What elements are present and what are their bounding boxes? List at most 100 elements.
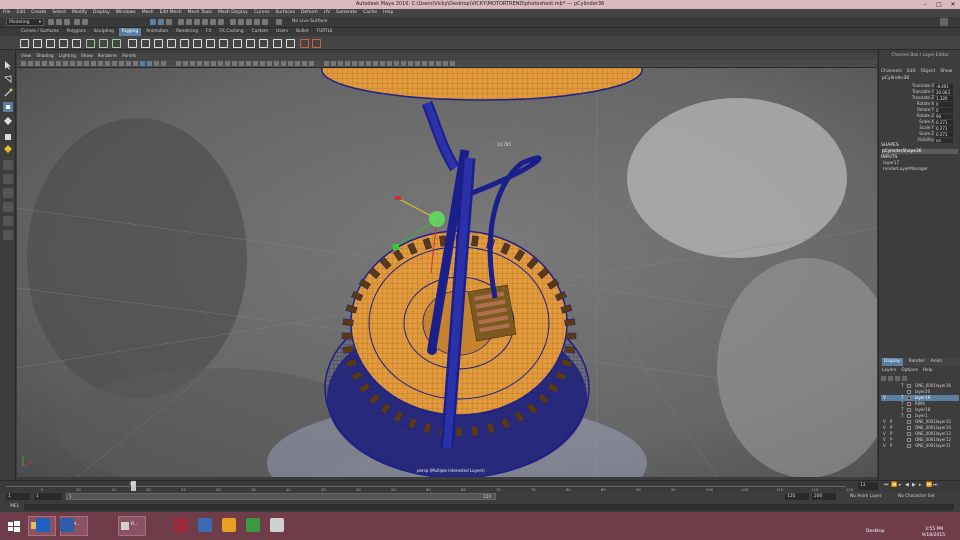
outlook-icon[interactable] [36, 518, 50, 532]
attribute-value[interactable]: 0 [935, 101, 953, 107]
menu-item[interactable]: File [3, 9, 11, 17]
layer-editor-tab[interactable]: Render [909, 358, 925, 366]
snap-point-icon[interactable] [246, 19, 252, 25]
clock-time[interactable]: 3:55 PM [925, 527, 943, 532]
rigging-tool-icon[interactable] [312, 39, 321, 48]
panel-toolbar-icon[interactable] [183, 61, 188, 66]
shelf-tab[interactable]: Rigging [118, 28, 142, 36]
panel-toolbar-icon[interactable] [190, 61, 195, 66]
panel-toolbar-icon[interactable] [161, 61, 166, 66]
panel-toolbar-icon[interactable] [176, 61, 181, 66]
unity-icon[interactable] [174, 518, 188, 532]
maximize-button[interactable]: □ [932, 0, 946, 9]
panel-toolbar-icon[interactable] [309, 61, 314, 66]
step-back-key-icon[interactable]: ⏪ [891, 482, 897, 490]
menu-item[interactable]: Cache [363, 9, 377, 17]
channel-box-menu-item[interactable]: Object [921, 68, 936, 75]
panel-toolbar-icon[interactable] [450, 61, 455, 66]
menu-item[interactable]: Mesh [142, 9, 154, 17]
panel-toolbar-icon[interactable] [133, 61, 138, 66]
panel-toolbar-icon[interactable] [105, 61, 110, 66]
redo-icon[interactable] [82, 19, 88, 25]
menu-item[interactable]: Generate [336, 9, 357, 17]
time-slider[interactable]: 13 ⏮ ⏪ ◂ ◀ ▶ ▸ ⏩ ⏭ 5 10 15 20 25 30 35 40 45 50 55… [0, 480, 960, 492]
anim-layer-selector[interactable]: No Anim Layer [850, 493, 882, 500]
layout-outliner-icon[interactable] [3, 202, 13, 212]
panel-toolbar-icon[interactable] [98, 61, 103, 66]
panel-toolbar-icon[interactable] [42, 61, 47, 66]
layer-color-swatch[interactable] [907, 390, 911, 394]
shelf-tab[interactable]: Bullet [293, 28, 311, 36]
input-node[interactable]: layer17 [883, 161, 899, 166]
panel-menu-item[interactable]: Shading [36, 53, 53, 60]
panel-toolbar-icon[interactable] [359, 61, 364, 66]
panel-toolbar-icon[interactable] [295, 61, 300, 66]
menu-item[interactable]: Modify [72, 9, 87, 17]
panel-toolbar-icon[interactable] [28, 61, 33, 66]
manip-x-handle[interactable] [395, 196, 401, 200]
shape-name[interactable]: pCylinderShape36 [882, 149, 958, 154]
panel-toolbar-icon[interactable] [408, 61, 413, 66]
panel-toolbar-icon[interactable] [246, 61, 251, 66]
panel-toolbar-icon[interactable] [225, 61, 230, 66]
rigging-tool-icon[interactable] [206, 39, 215, 48]
layer-color-swatch[interactable] [907, 432, 911, 436]
manip-y-handle[interactable] [393, 244, 399, 250]
object-name[interactable]: pCylinder36 [882, 76, 909, 81]
menu-item[interactable]: Create [31, 9, 46, 17]
panel-toolbar-icon[interactable] [204, 61, 209, 66]
attribute-value[interactable]: 0.271 [935, 125, 953, 131]
attribute-value[interactable]: 1.326 [935, 95, 953, 101]
go-to-start-icon[interactable]: ⏮ [884, 482, 890, 490]
panel-toolbar-icon[interactable] [21, 61, 26, 66]
panel-toolbar-icon[interactable] [91, 61, 96, 66]
play-back-icon[interactable]: ◀ [905, 482, 911, 490]
rigging-tool-icon[interactable] [72, 39, 81, 48]
panel-toolbar-icon[interactable] [387, 61, 392, 66]
menu-item[interactable]: Curves [254, 9, 270, 17]
close-button[interactable]: ✕ [946, 0, 960, 9]
panel-toolbar-icon[interactable] [77, 61, 82, 66]
play-forward-icon[interactable]: ▶ [912, 482, 918, 490]
panel-toolbar-icon[interactable] [112, 61, 117, 66]
rigging-tool-icon[interactable] [233, 39, 242, 48]
taskbar-item-app[interactable]: R... [118, 516, 146, 536]
mask-icon[interactable] [194, 19, 200, 25]
layer-color-swatch[interactable] [907, 396, 911, 400]
panel-toolbar-icon[interactable] [331, 61, 336, 66]
clock-date[interactable]: 9/18/2015 [922, 533, 945, 538]
mode-selector[interactable]: Modeling ▾ [6, 18, 44, 26]
viewport[interactable]: 14.785 persp (Multiple Interested Layers… [17, 68, 877, 477]
input-node[interactable]: renderLayerManager [883, 167, 928, 172]
mask-icon[interactable] [178, 19, 184, 25]
panel-toolbar-icon[interactable] [366, 61, 371, 66]
panel-toolbar-icon[interactable] [380, 61, 385, 66]
panel-toolbar-icon[interactable] [281, 61, 286, 66]
shelf-tab[interactable]: FX Caching [216, 28, 246, 36]
panel-toolbar-icon[interactable] [197, 61, 202, 66]
step-forward-icon[interactable]: ▸ [919, 482, 925, 490]
menu-item[interactable]: Help [383, 9, 393, 17]
shelf-tab[interactable]: Rendering [173, 28, 201, 36]
attribute-value[interactable]: 0.271 [935, 119, 953, 125]
manip-center[interactable] [429, 211, 445, 227]
panel-toolbar-icon[interactable] [70, 61, 75, 66]
panel-toolbar-icon[interactable] [345, 61, 350, 66]
panel-toolbar-icon[interactable] [211, 61, 216, 66]
panel-menu-item[interactable]: Show [81, 53, 93, 60]
layer-visibility-toggle[interactable]: V [883, 443, 886, 449]
panel-toolbar-icon[interactable] [436, 61, 441, 66]
save-scene-icon[interactable] [64, 19, 70, 25]
shelf-tab[interactable]: Custom [249, 28, 271, 36]
shelf-tab[interactable]: Polygons [64, 28, 89, 36]
layout-split-icon[interactable] [3, 188, 13, 198]
attribute-value[interactable]: 0 [935, 107, 953, 113]
shelf-tab[interactable]: Users [273, 28, 291, 36]
layout-graph-icon[interactable] [3, 216, 13, 226]
rotate-tool-icon[interactable] [3, 116, 13, 126]
panel-toolbar-icon[interactable] [239, 61, 244, 66]
live-surface-field[interactable]: No Live Surface [292, 18, 340, 26]
panel-toolbar-icon[interactable] [373, 61, 378, 66]
mask-icon[interactable] [210, 19, 216, 25]
menu-item[interactable]: Windows [116, 9, 136, 17]
